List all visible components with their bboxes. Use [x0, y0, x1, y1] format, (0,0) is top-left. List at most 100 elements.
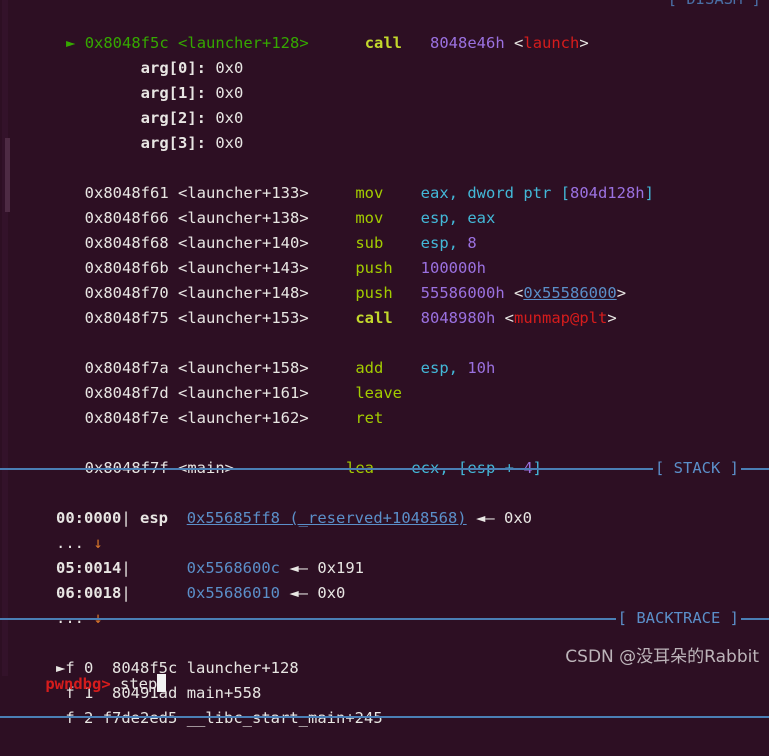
stack-panel-separator: [ STACK ] [0, 456, 769, 481]
separator-line [0, 467, 653, 470]
stack-bar: | [121, 584, 131, 602]
disasm-address: 0x8048f6b [84, 259, 169, 277]
disasm-address: 0x8048f68 [84, 234, 169, 252]
disasm-ref-open: < [514, 284, 524, 302]
disasm-symbol: <launcher+153> [178, 309, 309, 327]
separator-line [0, 617, 616, 620]
disasm-mnemonic: leave [355, 384, 403, 402]
disasm-mnemonic: push [355, 259, 393, 277]
disasm-line[interactable]: 0x8048f61 <launcher+133> mov eax, dword … [0, 156, 769, 202]
disasm-mnemonic: sub [355, 234, 384, 252]
command-input[interactable]: step [120, 675, 157, 693]
disasm-panel-label: [ DISASM ] [668, 0, 761, 12]
disasm-symbol: <launcher+162> [178, 409, 309, 427]
arg-label-1: arg[1]: [140, 84, 206, 102]
prompt-separator [0, 706, 769, 728]
stack-arrow: ◄— [289, 584, 309, 602]
disasm-operand-num: 55586000h [420, 284, 505, 302]
current-instruction-marker: ► [66, 34, 76, 52]
disasm-address: 0x8048f61 [84, 184, 169, 202]
stack-address[interactable]: 0x55685ff8 (_reserved+1048568) [187, 509, 467, 527]
disasm-symbol: <launcher+148> [178, 284, 309, 302]
disasm-operand-num: 10h [467, 359, 496, 377]
disasm-current-operand-symbol: launch [523, 34, 580, 52]
disasm-ref-close: > [607, 309, 617, 327]
disasm-mnemonic: add [355, 359, 384, 377]
disasm-mnemonic: mov [355, 209, 384, 227]
stack-index: 00:0000 [56, 509, 122, 527]
disasm-operand-reg: eax, dword ptr [ [420, 184, 570, 202]
separator-line [741, 467, 769, 470]
stack-bar: | [121, 509, 131, 527]
stack-index: 06:0018 [56, 584, 122, 602]
text-cursor [157, 674, 167, 692]
stack-register: esp [140, 509, 169, 527]
terminal-content: [ DISASM ] ► 0x8048f5c <launcher+128> ca… [0, 0, 769, 728]
stack-address[interactable]: 0x55686010 [187, 584, 280, 602]
disasm-ref-symbol: munmap@plt [514, 309, 608, 327]
disasm-current-line[interactable]: ► 0x8048f5c <launcher+128> call 8048e46h… [0, 6, 769, 52]
disasm-line[interactable]: 0x8048f7a <launcher+158> add esp, 10h [0, 331, 769, 377]
disasm-symbol: <launcher+138> [178, 209, 309, 227]
separator-line [741, 617, 769, 620]
disasm-ref-open: < [504, 309, 515, 327]
disasm-current-operand: 8048e46h [430, 34, 505, 52]
stack-down-arrow-icon: ↓ [93, 534, 103, 552]
disasm-address: 0x8048f7d [84, 384, 169, 402]
watermark: CSDN @没耳朵的Rabbit [565, 647, 759, 667]
backtrace-symbol: main+558 [186, 684, 262, 702]
disasm-address: 0x8048f75 [84, 309, 169, 327]
disasm-address: 0x8048f7a [84, 359, 169, 377]
disasm-operand-reg: esp, [420, 234, 468, 252]
terminal-window: [ DISASM ] ► 0x8048f5c <launcher+128> ca… [0, 0, 769, 727]
arg-value-0: 0x0 [215, 59, 244, 77]
stack-address[interactable]: 0x5568600c [187, 559, 280, 577]
disasm-mnemonic: mov [355, 184, 384, 202]
disasm-current-mnemonic: call [364, 34, 403, 52]
disasm-operand-num: 8 [467, 234, 477, 252]
stack-value: 0x0 [317, 584, 346, 602]
disasm-current-symbol: <launcher+128> [178, 34, 309, 52]
stack-arrow: ◄— [289, 559, 309, 577]
stack-value: 0x191 [317, 559, 365, 577]
arg-value-2: 0x0 [215, 109, 244, 127]
disasm-ref-close: > [616, 284, 627, 302]
stack-bar: | [121, 559, 131, 577]
arg-value-1: 0x0 [215, 84, 244, 102]
disasm-operand-reg: esp, [420, 359, 468, 377]
stack-value: 0x0 [504, 509, 533, 527]
separator-line [0, 716, 769, 718]
disasm-symbol: <launcher+143> [178, 259, 309, 277]
stack-index: 05:0014 [56, 559, 122, 577]
disasm-address: 0x8048f66 [84, 209, 169, 227]
disasm-operand-num: 100000h [420, 259, 486, 277]
disasm-symbol: <launcher+133> [178, 184, 309, 202]
stack-arrow: ◄— [476, 509, 495, 527]
backtrace-panel-label: [ BACKTRACE ] [617, 609, 739, 627]
stack-row[interactable]: 05:0014| 0x5568600c ◄— 0x191 [0, 531, 769, 577]
disasm-current-address: 0x8048f5c [84, 34, 169, 52]
disasm-operand-num: 8048980h [420, 309, 496, 327]
disasm-operand-tail: ] [644, 184, 654, 202]
prompt-label: pwndbg> [45, 675, 120, 693]
disasm-address: 0x8048f7e [84, 409, 169, 427]
arg-label-0: arg[0]: [140, 59, 206, 77]
disasm-mnemonic: ret [355, 409, 384, 427]
stack-row[interactable]: 00:0000| esp 0x55685ff8 (_reserved+10485… [0, 481, 769, 527]
disasm-operand-reg: esp, eax [420, 209, 496, 227]
disasm-line[interactable]: 0x8048f7f <main> lea ecx, [esp + 4] [0, 431, 769, 477]
arg-label-2: arg[2]: [140, 109, 206, 127]
disasm-mnemonic: push [355, 284, 393, 302]
disasm-operand-num: 804d128h [569, 184, 645, 202]
arg-value-3: 0x0 [215, 134, 244, 152]
stack-ellipsis: ... [56, 534, 94, 552]
disasm-mnemonic: call [355, 309, 393, 327]
disasm-symbol: <launcher+161> [178, 384, 309, 402]
disasm-ref-link[interactable]: 0x55586000 [523, 284, 616, 302]
arg-label-3: arg[3]: [140, 134, 206, 152]
disasm-symbol: <launcher+140> [178, 234, 309, 252]
disasm-address: 0x8048f70 [84, 284, 169, 302]
disasm-symbol: <launcher+158> [178, 359, 309, 377]
backtrace-panel-separator: [ BACKTRACE ] [0, 606, 769, 631]
stack-panel-label: [ STACK ] [655, 459, 739, 477]
